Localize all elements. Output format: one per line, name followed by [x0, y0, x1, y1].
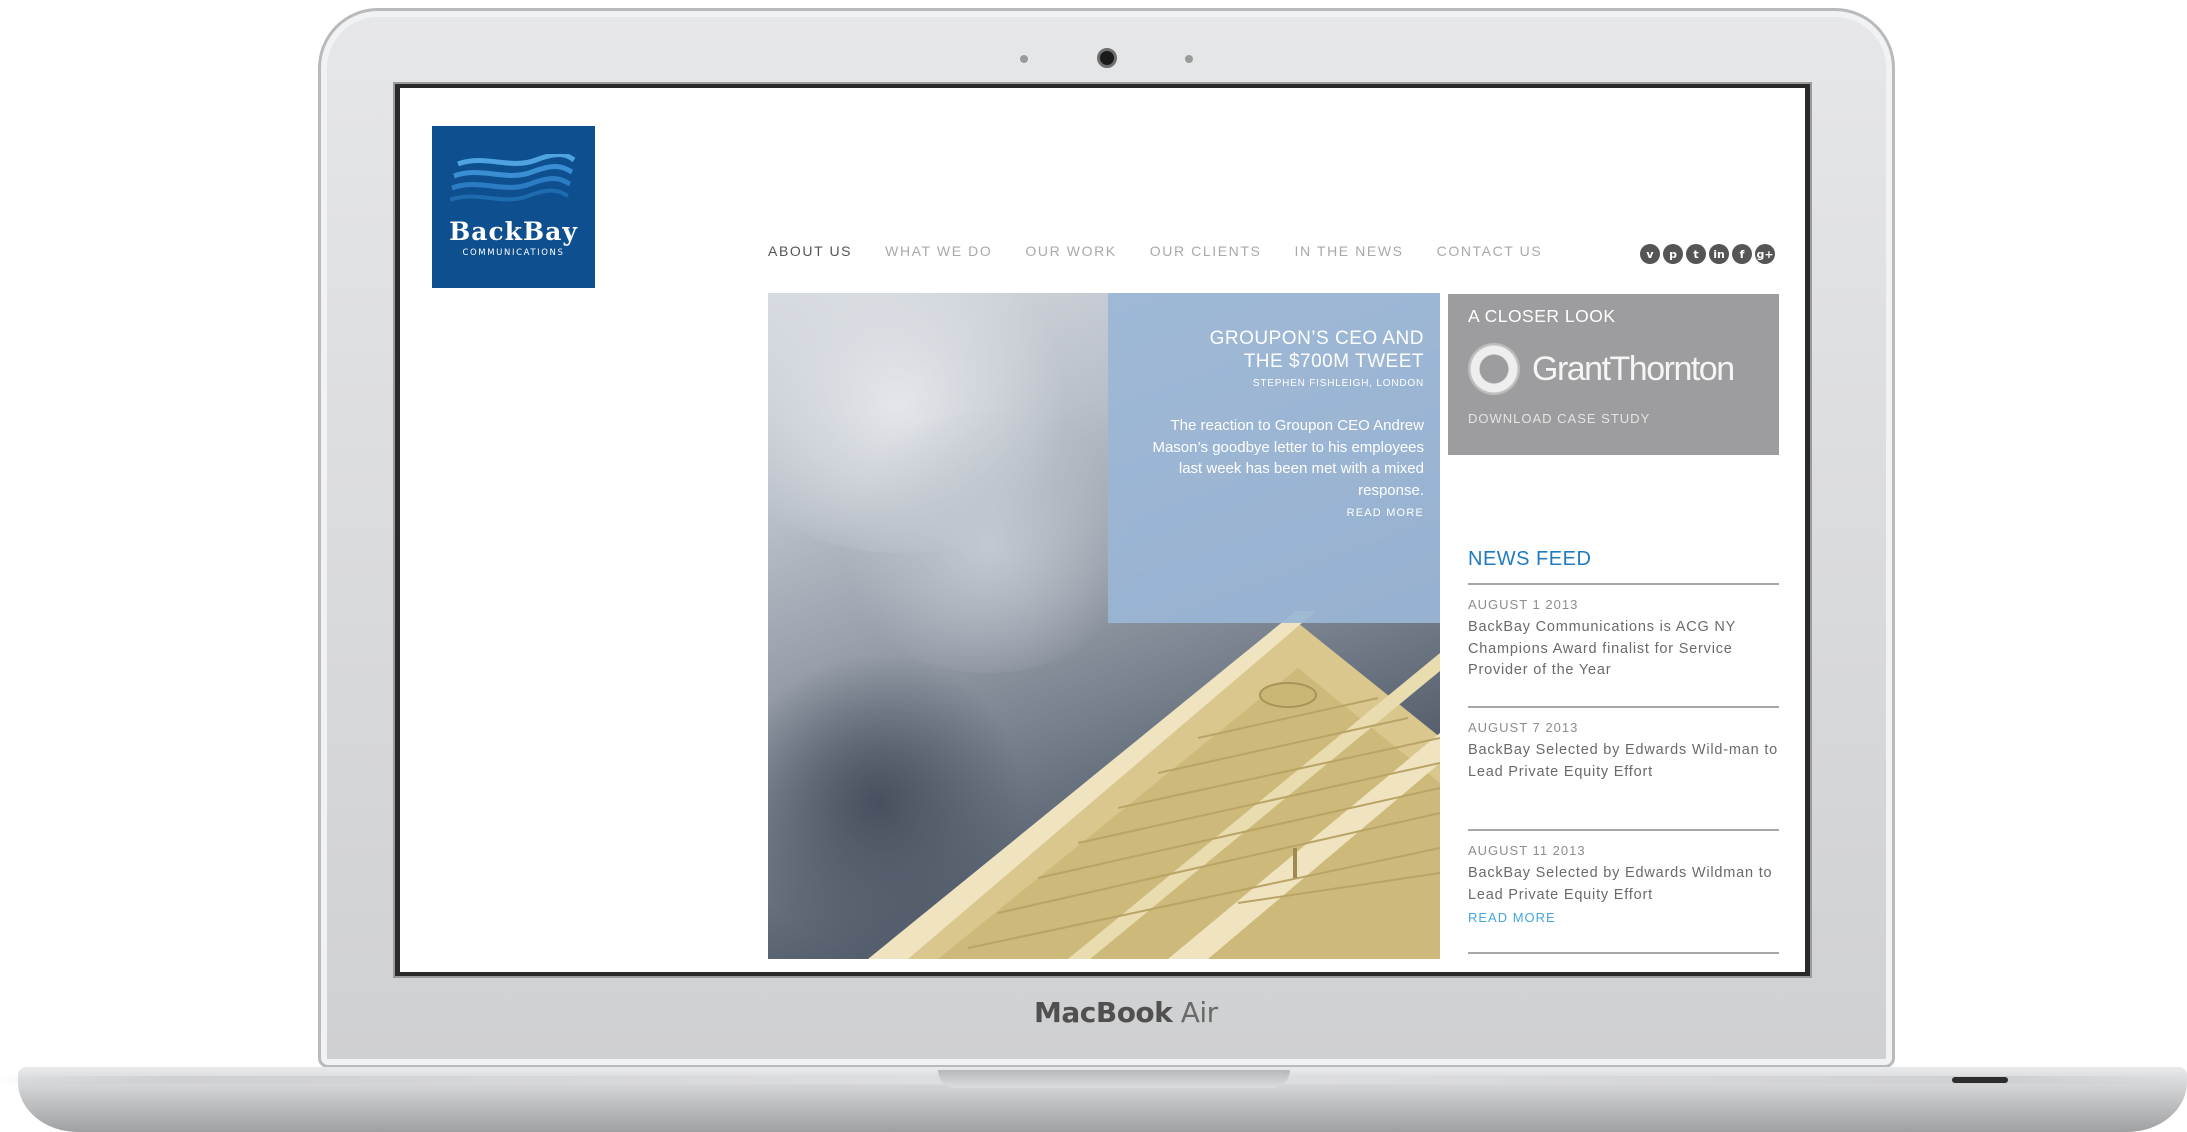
camera-icon	[1097, 48, 1117, 68]
main-nav: ABOUT US WHAT WE DO OUR WORK OUR CLIENTS…	[768, 243, 1542, 259]
hero-title-line1: GROUPON’S CEO AND	[1209, 328, 1424, 349]
nav-what-we-do[interactable]: WHAT WE DO	[885, 243, 992, 259]
hero-title-line2: THE $700M TWEET	[1243, 351, 1424, 372]
pinterest-icon[interactable]: p	[1663, 244, 1683, 264]
closer-look-title: A CLOSER LOOK	[1468, 306, 1616, 326]
sensor-left	[1020, 55, 1028, 63]
nav-contact-us[interactable]: CONTACT US	[1437, 243, 1543, 259]
screen: BackBay COMMUNICATIONS ABOUT US WHAT WE …	[400, 88, 1805, 972]
google-plus-icon[interactable]: g+	[1755, 244, 1775, 264]
laptop-port	[1952, 1077, 2008, 1083]
news-text: BackBay Selected by Edwards Wild-man to …	[1468, 742, 1779, 780]
hero-body: The reaction to Groupon CEO Andrew Mason…	[1152, 417, 1424, 499]
download-case-study-link[interactable]: DOWNLOAD CASE STUDY	[1468, 411, 1759, 426]
news-feed: NEWS FEED AUGUST 1 2013 BackBay Communic…	[1468, 548, 1779, 954]
news-feed-title: NEWS FEED	[1468, 548, 1779, 585]
news-item[interactable]: AUGUST 1 2013 BackBay Communications is …	[1468, 585, 1779, 708]
laptop-hinge	[938, 1070, 1290, 1088]
news-item[interactable]: AUGUST 11 2013 BackBay Selected by Edwar…	[1468, 831, 1779, 954]
logo-tagline: COMMUNICATIONS	[462, 248, 565, 258]
news-date: AUGUST 7 2013	[1468, 720, 1579, 735]
news-date: AUGUST 1 2013	[1468, 597, 1579, 612]
backbay-logo[interactable]: BackBay COMMUNICATIONS	[432, 126, 595, 288]
nav-about-us[interactable]: ABOUT US	[768, 243, 852, 259]
news-item[interactable]: AUGUST 7 2013 BackBay Selected by Edward…	[1468, 708, 1779, 831]
facebook-icon[interactable]: f	[1732, 244, 1752, 264]
hero-byline: STEPHEN FISHLEIGH, LONDON	[1252, 378, 1424, 389]
twitter-icon[interactable]: t	[1686, 244, 1706, 264]
news-text: BackBay Selected by Edwards Wildman to L…	[1468, 865, 1773, 903]
device-model-label: MacBook Air	[1034, 996, 1218, 1029]
grant-thornton-name: GrantThornton	[1532, 349, 1735, 388]
waves-icon	[450, 154, 576, 202]
nav-our-clients[interactable]: OUR CLIENTS	[1150, 243, 1262, 259]
model-name: MacBook	[1034, 996, 1173, 1029]
model-variant: Air	[1180, 996, 1218, 1029]
vimeo-icon[interactable]: v	[1640, 244, 1660, 264]
news-read-more-link[interactable]: READ MORE	[1468, 910, 1779, 925]
hero-read-more-link[interactable]: READ MORE	[1128, 507, 1424, 519]
hero-banner: GROUPON’S CEO AND THE $700M TWEET STEPHE…	[768, 293, 1440, 959]
grant-thornton-logo: GrantThornton	[1468, 343, 1759, 395]
nav-our-work[interactable]: OUR WORK	[1025, 243, 1116, 259]
news-date: AUGUST 11 2013	[1468, 843, 1586, 858]
grant-thornton-mark-icon	[1468, 343, 1520, 395]
closer-look-card[interactable]: A CLOSER LOOK GrantThornton DOWNLOAD CAS…	[1448, 294, 1779, 455]
news-text: BackBay Communications is ACG NY Champio…	[1468, 619, 1736, 678]
linkedin-icon[interactable]: in	[1709, 244, 1729, 264]
sensor-right	[1185, 55, 1193, 63]
logo-name: BackBay	[449, 217, 578, 246]
social-links: v p t in f g+	[1640, 244, 1775, 264]
hero-article-panel: GROUPON’S CEO AND THE $700M TWEET STEPHE…	[1108, 293, 1440, 623]
nav-in-the-news[interactable]: IN THE NEWS	[1294, 243, 1403, 259]
